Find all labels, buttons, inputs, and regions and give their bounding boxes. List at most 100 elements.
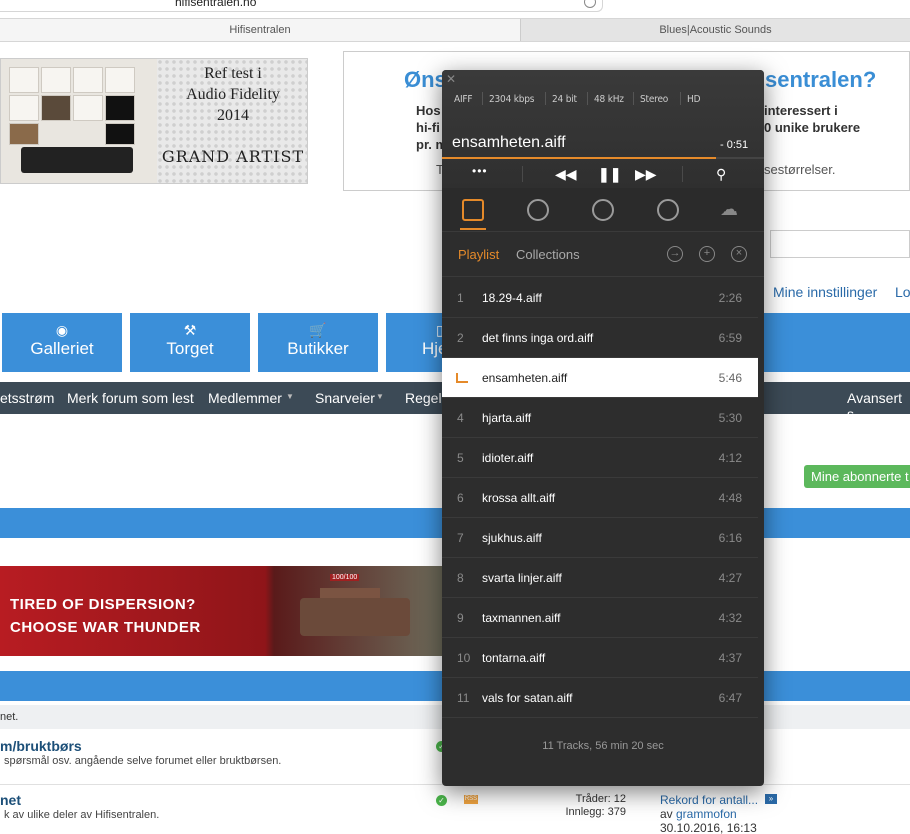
track-title: svarta linjer.aiff <box>482 571 562 585</box>
subnav-members[interactable]: Medlemmer <box>208 390 282 406</box>
tab-collections[interactable]: Collections <box>516 247 580 262</box>
playlist-item[interactable]: 7 sjukhus.aiff 6:16 <box>442 518 758 558</box>
forum-description: spørsmål osv. angående selve forumet ell… <box>4 755 282 767</box>
more-button[interactable]: ••• <box>472 164 488 178</box>
bookshelf-image <box>1 59 157 183</box>
address-bar[interactable]: hifisentralen.no <box>0 0 603 12</box>
close-icon[interactable]: ✕ <box>446 72 456 86</box>
playlist-item[interactable]: 11 vals for satan.aiff 6:47 <box>442 678 758 718</box>
screen: hifisentralen.no Hifisentralen Blues|Aco… <box>0 0 910 834</box>
playlist-item[interactable]: 2 det finns inga ord.aiff 6:59 <box>442 318 758 358</box>
go-to-post-icon[interactable]: » <box>765 794 777 804</box>
format-divider <box>545 92 546 105</box>
track-title: det finns inga ord.aiff <box>482 331 594 345</box>
rss-icon[interactable]: RSS <box>464 795 478 804</box>
cd-icon[interactable] <box>527 199 549 221</box>
my-settings-link[interactable]: Mine innstillinger <box>773 284 877 300</box>
track-number: 7 <box>457 531 464 545</box>
reload-icon[interactable] <box>584 0 596 8</box>
playlist-item[interactable]: 6 krossa allt.aiff 4:48 <box>442 478 758 518</box>
now-playing-title: ensamheten.aiff <box>452 134 566 151</box>
search-input[interactable] <box>770 230 910 258</box>
forum-subheader-text: net. <box>0 711 19 723</box>
ad-line-2-end: 0 unike brukere <box>764 120 861 135</box>
music-library-icon[interactable] <box>462 199 484 221</box>
ad-heading-start: Øns <box>404 67 447 92</box>
nav-galleriet-label: Galleriet <box>30 339 94 358</box>
playlist-item[interactable]: 4 hjarta.aiff 5:30 <box>442 398 758 438</box>
track-duration: 4:12 <box>718 451 742 465</box>
playlist-summary: 11 Tracks, 56 min 20 sec <box>542 740 664 752</box>
track-number: 8 <box>457 571 464 585</box>
war-thunder-line-1: TIRED OF DISPERSION? <box>10 596 196 613</box>
radio-list-icon[interactable] <box>592 199 614 221</box>
nav-galleriet[interactable]: ◉ Galleriet <box>2 313 122 372</box>
format-divider <box>680 92 681 105</box>
playlist-item[interactable]: 1 18.29-4.aiff 2:26 <box>442 278 758 318</box>
music-player-window[interactable]: ✕ AIFF 2304 kbps 24 bit 48 kHz Stereo HD ensa… <box>442 70 764 786</box>
playlist-item[interactable]: 8 svarta linjer.aiff 4:27 <box>442 558 758 598</box>
track-number: 5 <box>457 451 464 465</box>
track-title: idioter.aiff <box>482 451 534 465</box>
track-number: 6 <box>457 491 464 505</box>
podcast-icon[interactable] <box>657 199 679 221</box>
ad-line-1-end: interessert i <box>764 103 838 118</box>
check-icon: ✓ <box>436 795 447 806</box>
track-title: taxmannen.aiff <box>482 611 561 625</box>
format-2: 24 bit <box>552 94 577 105</box>
subnav-mark-read[interactable]: Merk forum som lest <box>67 390 194 406</box>
forum-title[interactable]: m/bruktbørs <box>0 738 82 754</box>
search-icon[interactable]: ⚲ <box>716 166 726 183</box>
grand-artist-ad[interactable]: Ref test i Audio Fidelity 2014 GRAND ART… <box>0 58 308 184</box>
forum-description: k av ulike deler av Hifisentralen. <box>4 809 160 821</box>
last-post-title[interactable]: Rekord for antall... <box>660 793 758 807</box>
ad-line-2-start: hi-fi <box>416 120 440 135</box>
format-3: 48 kHz <box>594 94 624 105</box>
track-number: 4 <box>457 411 464 425</box>
soundcloud-icon[interactable]: ☁ <box>720 199 738 220</box>
subnav-activity[interactable]: etsstrøm <box>0 390 54 406</box>
track-title: vals for satan.aiff <box>482 691 573 705</box>
ad-line-2: Audio Fidelity <box>186 86 280 103</box>
subscribed-threads-button[interactable]: Mine abonnerte t <box>804 465 910 488</box>
track-title: ensamheten.aiff <box>482 371 568 385</box>
track-duration: 6:59 <box>718 331 742 345</box>
track-duration: 4:48 <box>718 491 742 505</box>
next-icon[interactable]: ▶▶ <box>635 166 657 183</box>
plus-icon[interactable]: + <box>699 246 715 262</box>
nav-hjelp[interactable]: ▯ Hje <box>386 313 448 372</box>
last-post-by-prefix: av <box>660 807 673 821</box>
forum-title[interactable]: net <box>0 792 21 808</box>
divider <box>522 166 523 182</box>
track-duration: 4:32 <box>718 611 742 625</box>
ad-line-1: Ref test i <box>204 65 262 82</box>
tab-bar: Hifisentralen Blues|Acoustic Sounds <box>0 18 910 42</box>
playlist-item[interactable]: 9 taxmannen.aiff 4:32 <box>442 598 758 638</box>
nav-butikker[interactable]: 🛒 Butikker <box>258 313 378 372</box>
url-text: hifisentralen.no <box>175 0 257 9</box>
thread-count: Tråder: 12 <box>575 793 626 805</box>
nav-torget[interactable]: ⚒ Torget <box>130 313 250 372</box>
playlist-item[interactable]: ensamheten.aiff 5:46 <box>442 358 758 398</box>
cart-icon: 🛒 <box>309 322 327 338</box>
tab-hifisentralen[interactable]: Hifisentralen <box>0 19 520 41</box>
subnav-advanced-search[interactable]: Avansert s <box>847 390 910 422</box>
playlist-item[interactable]: 10 tontarna.aiff 4:37 <box>442 638 758 678</box>
close-icon[interactable]: × <box>731 246 747 262</box>
tab-blues-acoustic[interactable]: Blues|Acoustic Sounds <box>520 19 910 41</box>
pause-icon[interactable]: ❚❚ <box>598 166 621 183</box>
playlist-item[interactable]: 5 idioter.aiff 4:12 <box>442 438 758 478</box>
subnav-rules[interactable]: Regel <box>405 390 442 406</box>
last-post-author[interactable]: grammofon <box>676 807 737 821</box>
arrow-right-icon[interactable]: → <box>667 246 683 262</box>
tab-playlist[interactable]: Playlist <box>458 247 499 262</box>
divider <box>682 166 683 182</box>
subnav-shortcuts[interactable]: Snarveier <box>315 390 375 406</box>
format-0: AIFF <box>454 94 473 105</box>
logout-link[interactable]: Lo <box>895 284 910 300</box>
track-duration: 4:37 <box>718 651 742 665</box>
time-remaining: - 0:51 <box>720 139 749 151</box>
track-number: 2 <box>457 331 464 345</box>
previous-icon[interactable]: ◀◀ <box>555 166 577 183</box>
track-number: 9 <box>457 611 464 625</box>
